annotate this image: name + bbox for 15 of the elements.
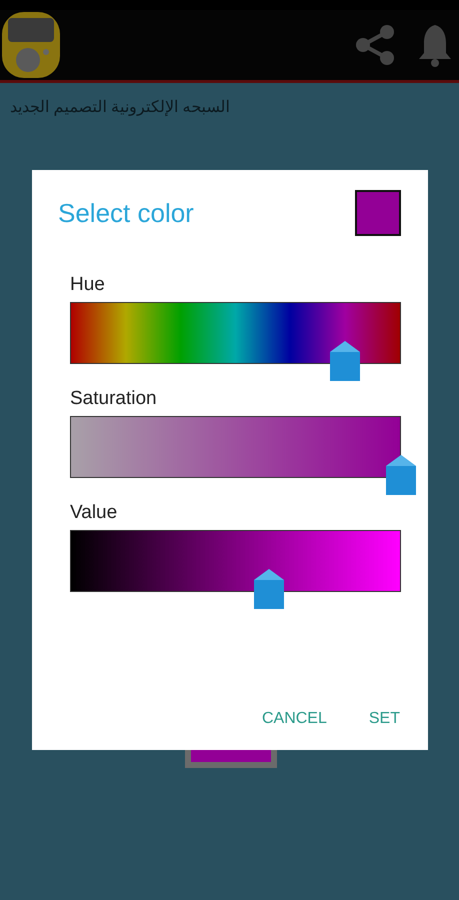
app-subtitle: السبحه الإلكترونية التصميم الجديد bbox=[9, 98, 230, 118]
slider-label: Hue bbox=[70, 274, 106, 296]
gradient-track[interactable] bbox=[70, 416, 401, 478]
dialog-button[interactable]: CANCEL bbox=[262, 710, 327, 728]
gradient-track[interactable] bbox=[70, 302, 401, 364]
counter-device-icon[interactable] bbox=[0, 10, 62, 80]
slider-thumb[interactable] bbox=[385, 454, 417, 496]
gradient-track[interactable] bbox=[70, 530, 401, 592]
dialog-title: Select color bbox=[58, 198, 194, 228]
slider-thumb[interactable] bbox=[328, 340, 361, 382]
color-preview bbox=[355, 190, 401, 236]
slider-label: Saturation bbox=[70, 388, 158, 410]
slider-label: Value bbox=[70, 502, 118, 524]
dialog-button[interactable]: SET bbox=[368, 710, 400, 728]
slider-thumb[interactable] bbox=[252, 568, 285, 610]
